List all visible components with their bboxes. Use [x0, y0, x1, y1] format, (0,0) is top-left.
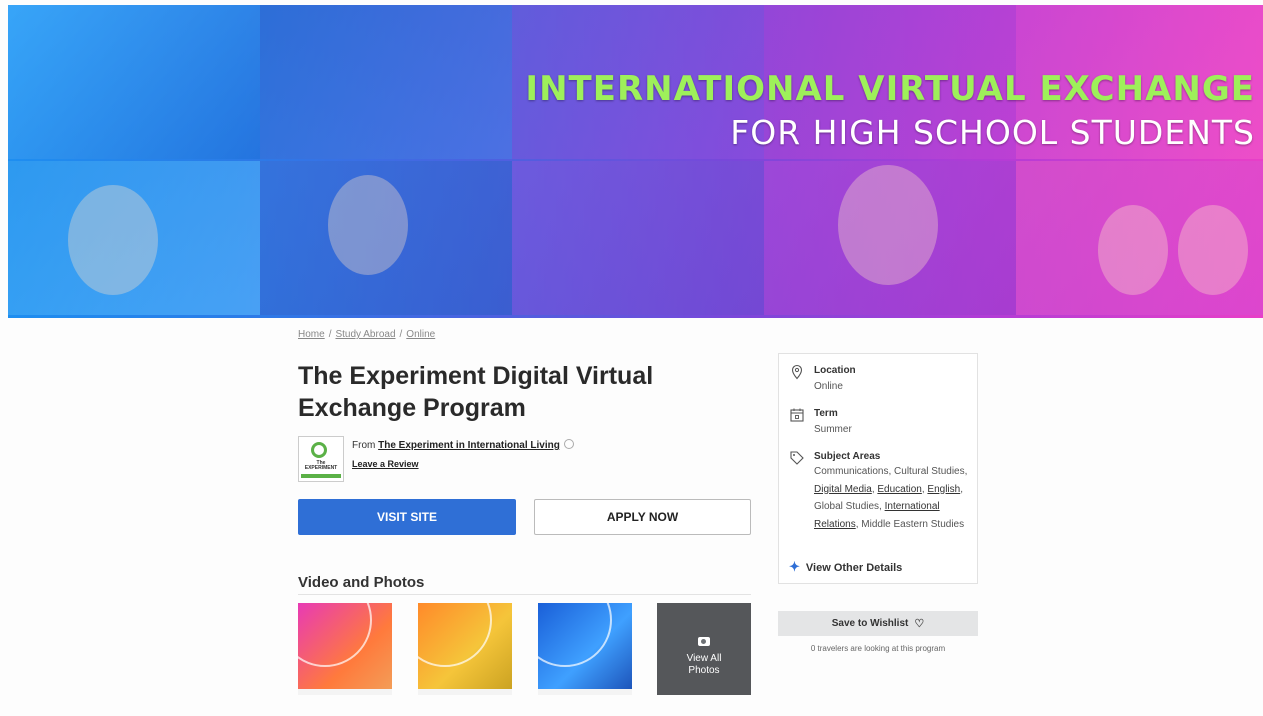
hero-subheadline: FOR HIGH SCHOOL STUDENTS — [730, 113, 1255, 152]
location-value: Online — [814, 381, 843, 392]
leave-review-link[interactable]: Leave a Review — [352, 459, 419, 469]
logo-ring-icon — [311, 442, 327, 458]
view-all-photos-label: View All Photos — [657, 653, 751, 677]
view-other-details-label: View Other Details — [805, 562, 903, 574]
view-all-photos-tile[interactable]: View All Photos — [657, 603, 751, 695]
info-icon[interactable] — [563, 439, 574, 449]
hero-tile — [260, 5, 512, 159]
subject-areas-list: Communications, Cultural Studies, Digita… — [814, 466, 968, 530]
from-prefix: From — [352, 440, 376, 451]
apply-now-button[interactable]: APPLY NOW — [534, 499, 751, 535]
program-details-card: Location Online Term Summer Subject Area… — [778, 353, 978, 584]
breadcrumb: Home / Study Abroad / Online — [298, 329, 435, 340]
breadcrumb-online[interactable]: Online — [406, 329, 435, 340]
subject-link-education[interactable]: Education — [877, 484, 921, 495]
subject-areas-label: Subject Areas — [814, 451, 881, 462]
provider-logo[interactable]: The EXPERIMENT — [298, 436, 344, 482]
hero-person — [838, 165, 938, 285]
thumbnail-caption-bar — [538, 689, 632, 695]
term-label: Term — [814, 408, 838, 419]
wishlist-label: Save to Wishlist — [831, 618, 909, 629]
provider-link[interactable]: The Experiment in International Living — [378, 440, 560, 451]
subject-link-english[interactable]: English — [927, 484, 960, 495]
hero-tile — [8, 5, 260, 159]
tag-icon — [790, 451, 804, 465]
media-thumbnail[interactable] — [538, 603, 632, 695]
thumbnail-arc — [418, 603, 492, 667]
divider — [298, 594, 751, 595]
breadcrumb-separator: / — [399, 329, 403, 340]
location-label: Location — [814, 365, 856, 376]
thumbnail-arc — [298, 603, 372, 667]
breadcrumb-home[interactable]: Home — [298, 329, 325, 340]
heart-icon: ♡ — [914, 618, 925, 630]
subject-text: Communications, Cultural Studies, — [814, 466, 968, 477]
page-title: The Experiment Digital Virtual Exchange … — [298, 362, 654, 422]
view-all-line1: View All — [686, 653, 722, 664]
hero-person — [1098, 205, 1168, 295]
subject-link-digital-media[interactable]: Digital Media — [814, 484, 872, 495]
media-thumbnail[interactable] — [298, 603, 392, 695]
provider-line: From The Experiment in International Liv… — [352, 439, 574, 451]
hero-person — [1178, 205, 1248, 295]
hero-tile — [512, 161, 764, 315]
hero-person — [68, 185, 158, 295]
thumbnail-caption-bar — [298, 689, 392, 695]
hero-person — [328, 175, 408, 275]
media-section-title: Video and Photos — [298, 574, 425, 591]
thumbnail-caption-bar — [418, 689, 512, 695]
visit-site-button[interactable]: VISIT SITE — [298, 499, 516, 535]
travelers-count: 0 travelers are looking at this program — [810, 644, 946, 653]
hero-headline: INTERNATIONAL VIRTUAL EXCHANGE — [525, 69, 1255, 109]
breadcrumb-separator: / — [328, 329, 332, 340]
breadcrumb-study-abroad[interactable]: Study Abroad — [335, 329, 395, 340]
term-value: Summer — [814, 424, 852, 435]
thumbnail-overlay — [657, 603, 751, 695]
thumbnail-arc — [538, 603, 612, 667]
calendar-icon — [790, 408, 804, 422]
hero-banner: INTERNATIONAL VIRTUAL EXCHANGE FOR HIGH … — [8, 5, 1263, 318]
view-other-details-link[interactable]: ✦ View Other Details — [789, 559, 902, 575]
location-pin-icon — [791, 364, 803, 380]
logo-text: The EXPERIMENT — [304, 460, 338, 471]
subject-text: Global Studies, — [814, 501, 882, 512]
view-all-line2: Photos — [688, 665, 720, 676]
subject-text: Middle Eastern Studies — [861, 518, 965, 530]
camera-icon — [698, 637, 710, 646]
logo-bar — [301, 474, 341, 478]
save-to-wishlist-button[interactable]: Save to Wishlist ♡ — [778, 611, 978, 636]
plus-icon: ✦ — [789, 559, 800, 574]
media-thumbnail[interactable] — [418, 603, 512, 695]
